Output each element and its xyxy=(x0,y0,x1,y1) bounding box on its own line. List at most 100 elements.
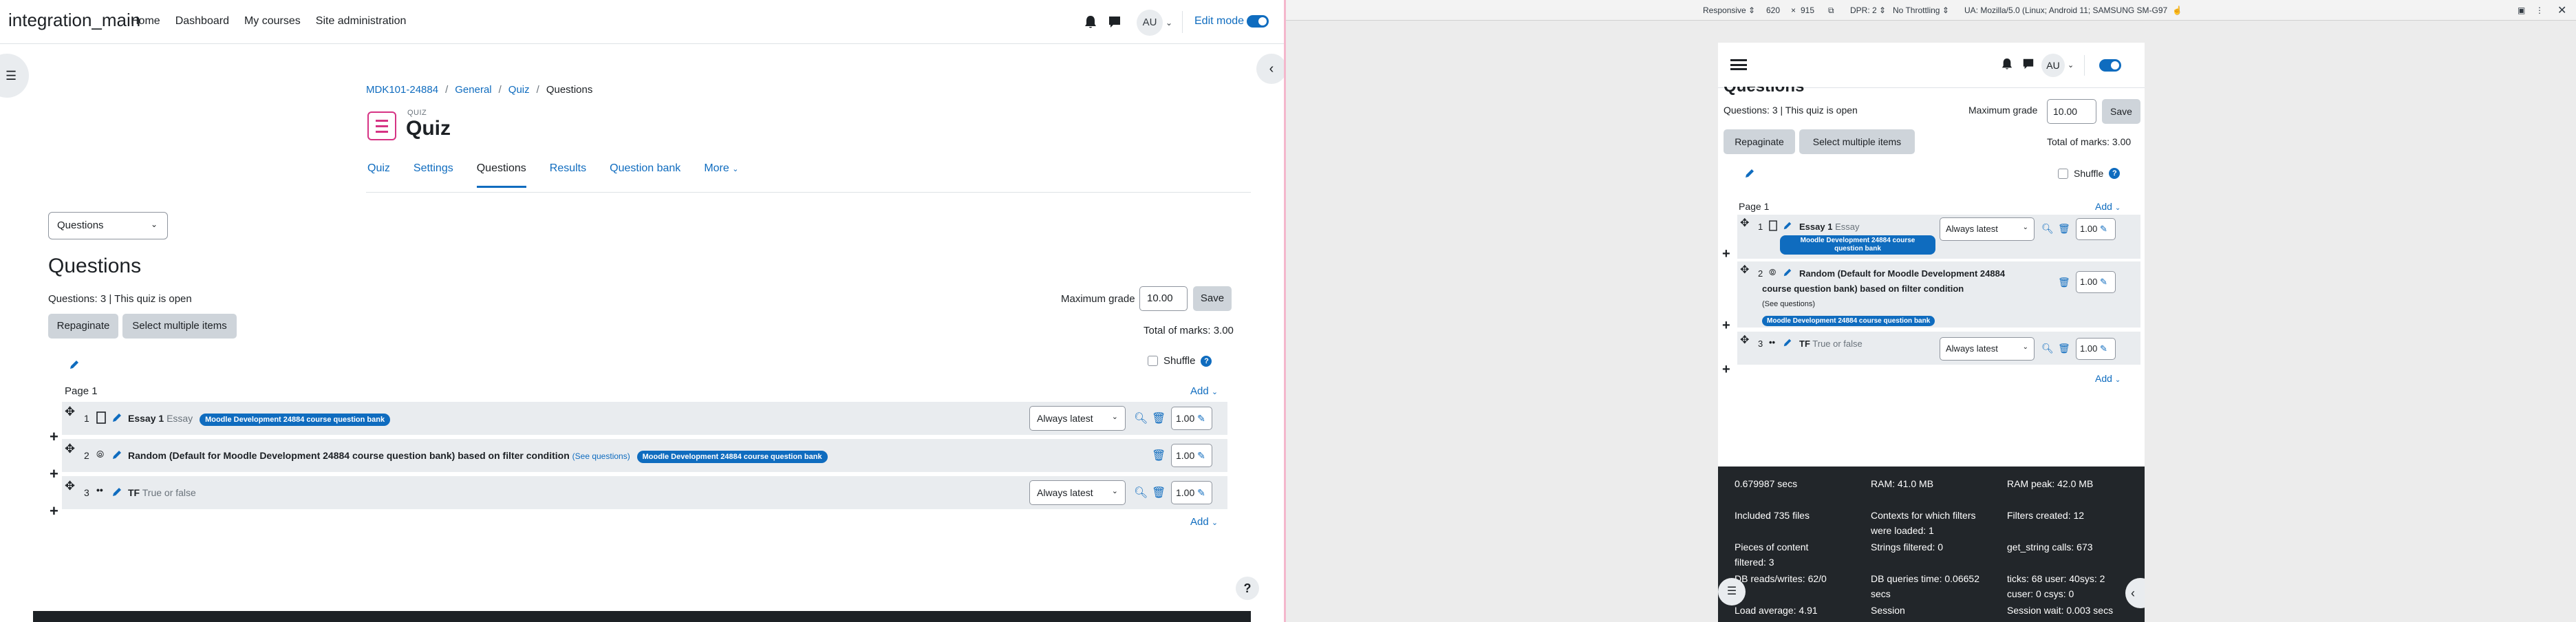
move-icon[interactable]: ✥ xyxy=(65,405,75,419)
add-page-break-icon[interactable]: + xyxy=(1722,246,1730,262)
question-name-line2[interactable]: course question bank) based on filter co… xyxy=(1762,283,1964,294)
see-questions-link[interactable]: (See questions) xyxy=(1762,300,1815,308)
user-avatar[interactable]: AU xyxy=(1137,10,1163,36)
open-block-drawer-button[interactable]: ‹ xyxy=(1256,54,1284,84)
height-input[interactable]: 915 xyxy=(1801,6,1814,15)
breadcrumb-section[interactable]: General xyxy=(455,84,491,96)
save-button[interactable]: Save xyxy=(1193,286,1232,311)
help-icon[interactable]: ? xyxy=(1201,355,1212,367)
tab-quiz[interactable]: Quiz xyxy=(367,162,390,188)
add-menu-top[interactable]: Add ⌄ xyxy=(2095,201,2121,212)
edit-mode-toggle[interactable] xyxy=(1247,15,1269,28)
chat-icon[interactable] xyxy=(1108,15,1121,29)
add-page-break-icon[interactable]: + xyxy=(1722,362,1730,378)
bell-icon[interactable] xyxy=(2001,58,2012,70)
move-icon[interactable]: ✥ xyxy=(1740,263,1749,277)
add-page-break-icon[interactable]: + xyxy=(50,428,58,446)
breadcrumb-quiz[interactable]: Quiz xyxy=(508,84,530,96)
user-agent[interactable]: UA: Mozilla/5.0 (Linux; Android 11; SAMS… xyxy=(1964,6,2167,15)
trash-icon[interactable]: 🗑︎ xyxy=(1152,486,1166,500)
select-multiple-button[interactable]: Select multiple items xyxy=(122,314,237,339)
open-course-index-button[interactable]: ☰ xyxy=(0,54,29,98)
mark-input[interactable]: 1.00 ✎ xyxy=(1171,481,1212,504)
shuffle-checkbox[interactable] xyxy=(1148,356,1158,366)
trash-icon[interactable]: 🗑︎ xyxy=(2058,277,2070,288)
mark-input[interactable]: 1.00 ✎ xyxy=(2076,338,2116,360)
dpr-select[interactable]: DPR: 2 ⇕ xyxy=(1850,6,1886,15)
version-select[interactable]: Always latest ⌄ xyxy=(1029,480,1126,505)
user-avatar[interactable]: AU xyxy=(2041,54,2065,77)
repaginate-button[interactable]: Repaginate xyxy=(48,314,118,339)
question-name[interactable]: Essay 1 xyxy=(1799,222,1832,232)
add-page-break-icon[interactable]: + xyxy=(50,465,58,483)
question-name-line1[interactable]: Random (Default for Moodle Development 2… xyxy=(1799,268,2005,279)
max-grade-input[interactable]: 10.00 xyxy=(1139,286,1188,311)
tab-more[interactable]: More ⌄ xyxy=(704,162,738,188)
pencil-icon[interactable] xyxy=(1744,168,1755,179)
question-name[interactable]: TF xyxy=(128,487,140,498)
move-icon[interactable]: ✥ xyxy=(1740,333,1749,347)
view-select[interactable]: Questions ⌄ xyxy=(48,212,168,239)
tab-questions[interactable]: Questions xyxy=(476,162,526,188)
more-options-icon[interactable]: ⋮ xyxy=(2535,6,2544,15)
nav-site-administration[interactable]: Site administration xyxy=(316,15,407,28)
tab-results[interactable]: Results xyxy=(550,162,586,188)
move-icon[interactable]: ✥ xyxy=(65,442,75,456)
move-icon[interactable]: ✥ xyxy=(1740,216,1749,230)
edit-mode-toggle[interactable] xyxy=(2099,59,2121,72)
preview-search-icon[interactable]: 🔍︎ xyxy=(2041,223,2054,235)
question-name[interactable]: Essay 1 xyxy=(128,413,164,424)
see-questions-link[interactable]: (See questions) xyxy=(572,451,630,461)
version-select[interactable]: Always latest ⌄ xyxy=(1940,337,2035,361)
pencil-icon[interactable] xyxy=(1783,268,1792,277)
version-select[interactable]: Always latest ⌄ xyxy=(1940,217,2035,241)
mark-input[interactable]: 1.00 ✎ xyxy=(2076,271,2116,293)
trash-icon[interactable]: 🗑︎ xyxy=(1152,449,1166,462)
add-menu-top[interactable]: Add ⌄ xyxy=(1190,385,1218,397)
nav-my-courses[interactable]: My courses xyxy=(244,15,301,28)
shuffle-checkbox[interactable] xyxy=(2058,168,2068,179)
tab-settings[interactable]: Settings xyxy=(414,162,453,188)
site-name[interactable]: integration_main xyxy=(8,10,140,31)
help-icon[interactable]: ? xyxy=(2109,168,2121,179)
hamburger-menu-icon[interactable] xyxy=(1730,59,1747,70)
mark-input[interactable]: 1.00 ✎ xyxy=(1171,407,1212,430)
capture-icon[interactable]: ▣ xyxy=(2518,6,2525,15)
throttle-select[interactable]: No Throttling ⇕ xyxy=(1893,6,1949,15)
add-menu-bottom[interactable]: Add ⌄ xyxy=(2095,373,2121,384)
repaginate-button[interactable]: Repaginate xyxy=(1724,129,1795,154)
chevron-down-icon[interactable]: ⌄ xyxy=(2068,61,2074,69)
pencil-icon[interactable] xyxy=(111,449,122,460)
pencil-icon[interactable] xyxy=(1783,221,1792,230)
trash-icon[interactable]: 🗑︎ xyxy=(2058,343,2070,354)
nav-home[interactable]: Home xyxy=(131,15,160,28)
preview-search-icon[interactable]: 🔍︎ xyxy=(1134,486,1148,500)
device-select[interactable]: Responsive ⇕ xyxy=(1703,6,1755,15)
chat-icon[interactable] xyxy=(2022,58,2035,70)
save-button[interactable]: Save xyxy=(2102,99,2140,124)
help-footer-button[interactable]: ? xyxy=(1236,577,1259,600)
question-name[interactable]: TF xyxy=(1799,339,1810,349)
version-select[interactable]: Always latest ⌄ xyxy=(1029,406,1126,431)
add-page-break-icon[interactable]: + xyxy=(50,502,58,520)
trash-icon[interactable]: 🗑︎ xyxy=(2058,223,2070,235)
select-multiple-button[interactable]: Select multiple items xyxy=(1799,129,1915,154)
preview-search-icon[interactable]: 🔍︎ xyxy=(1134,411,1148,425)
tab-question-bank[interactable]: Question bank xyxy=(610,162,680,188)
question-name[interactable]: Random (Default for Moodle Development 2… xyxy=(128,450,570,461)
move-icon[interactable]: ✥ xyxy=(65,479,75,493)
mark-input[interactable]: 1.00 ✎ xyxy=(1171,444,1212,467)
pencil-icon[interactable] xyxy=(111,412,122,423)
nav-dashboard[interactable]: Dashboard xyxy=(175,15,229,28)
open-course-index-button[interactable]: ☰ xyxy=(1718,578,1746,605)
bell-icon[interactable] xyxy=(1084,15,1097,29)
trash-icon[interactable]: 🗑︎ xyxy=(1152,411,1166,425)
rotate-icon[interactable]: ⧉ xyxy=(1828,6,1834,16)
close-icon[interactable]: ✕ xyxy=(2557,3,2566,17)
max-grade-input[interactable]: 10.00 xyxy=(2047,99,2096,124)
width-input[interactable]: 620 xyxy=(1766,6,1780,15)
pencil-icon[interactable] xyxy=(111,486,122,497)
chevron-down-icon[interactable]: ⌄ xyxy=(1166,18,1172,28)
add-menu-bottom[interactable]: Add ⌄ xyxy=(1190,516,1218,528)
touch-icon[interactable]: ☝ xyxy=(2172,6,2182,15)
